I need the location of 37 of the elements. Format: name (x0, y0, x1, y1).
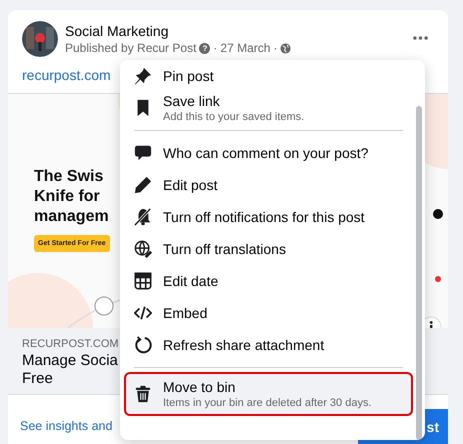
scrollbar[interactable] (416, 106, 422, 440)
preview-domain: RECURPOST.COM (22, 337, 119, 352)
separator: · (213, 40, 218, 56)
menu-item[interactable]: Save link Add this to your saved items. (126, 92, 411, 124)
menu-item[interactable]: Refresh share attachment (126, 329, 411, 361)
trash-icon (134, 385, 152, 403)
menu-item[interactable]: Turn off notifications for this post (126, 201, 411, 233)
pin-icon (134, 67, 152, 85)
menu-item[interactable]: Edit post (126, 169, 411, 201)
menu-item[interactable]: Pin post (126, 60, 411, 92)
post-date[interactable]: 27 March (220, 40, 270, 56)
separator: · (273, 40, 278, 56)
refresh-icon (134, 336, 152, 354)
menu-item[interactable]: Who can comment on your post? (126, 137, 411, 169)
pencil-icon (134, 176, 152, 194)
avatar[interactable] (22, 21, 58, 57)
ad-headline: Knife for (34, 187, 100, 207)
published-by: Published by Recur Post (65, 40, 196, 56)
ad-headline: managem (34, 207, 109, 227)
menu-item[interactable]: Embed (126, 297, 411, 329)
ad-headline: The Swis (34, 167, 104, 187)
website-link[interactable]: recurpost.com (22, 67, 111, 83)
more-icon[interactable] (413, 36, 428, 40)
globe-icon (280, 42, 292, 54)
code-icon (134, 304, 152, 322)
author-name[interactable]: Social Marketing (65, 22, 168, 40)
bell-off-icon (134, 208, 152, 226)
help-icon[interactable]: ? (199, 42, 210, 54)
globe-icon (134, 240, 152, 258)
calendar-icon (134, 272, 152, 290)
preview-title: Manage Socia (22, 352, 118, 370)
preview-title: Free (22, 370, 53, 388)
speech-bubble-icon (134, 144, 152, 162)
menu-item[interactable]: Turn off translations (126, 233, 411, 265)
insights-link[interactable]: See insights and (20, 419, 112, 433)
menu-item[interactable]: Edit date (126, 265, 411, 297)
menu-item[interactable]: Move to bin Items in your bin are deleted after 30 days. (126, 374, 411, 414)
